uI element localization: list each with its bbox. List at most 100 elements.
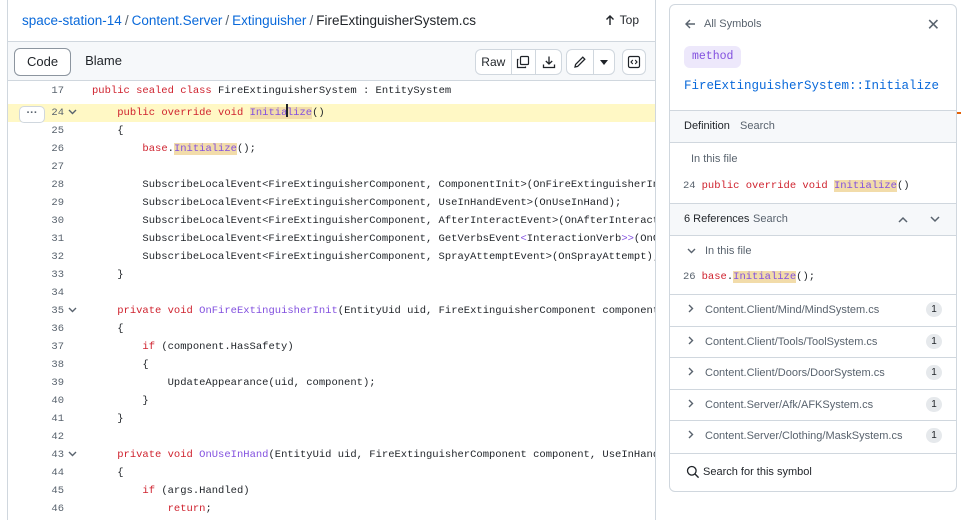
line-number[interactable]: 17 bbox=[42, 82, 64, 100]
code-line: 40 } bbox=[8, 392, 655, 410]
line-number[interactable]: 32 bbox=[42, 248, 64, 266]
line-number[interactable]: 38 bbox=[42, 356, 64, 374]
code-line: 25 { bbox=[8, 122, 655, 140]
chevron-up-icon[interactable] bbox=[898, 216, 908, 223]
line-number[interactable]: 41 bbox=[42, 410, 64, 428]
reference-file-item[interactable]: Content.Server/Afk/AFKSystem.cs 1 bbox=[670, 388, 956, 420]
top-button[interactable]: Top bbox=[605, 13, 639, 27]
reference-line[interactable]: 26 base.Initialize(); bbox=[683, 271, 815, 283]
definition-title: Definition bbox=[684, 120, 730, 132]
download-icon bbox=[542, 56, 555, 69]
fold-chevron-icon[interactable] bbox=[68, 104, 77, 122]
symbols-panel: All Symbols ✕ method FireExtinguisherSys… bbox=[669, 4, 957, 492]
symbol-kind-badge: method bbox=[684, 46, 742, 68]
code-lines: 17 public sealed class FireExtinguisherSy… bbox=[8, 81, 655, 520]
raw-button[interactable]: Raw bbox=[476, 50, 511, 74]
reference-file-path: Content.Client/Doors/DoorSystem.cs bbox=[705, 367, 885, 379]
code-line: 17 public sealed class FireExtinguisherSy… bbox=[8, 82, 655, 100]
code-line: 44 { bbox=[8, 464, 655, 482]
code-line: 46 return; bbox=[8, 500, 655, 518]
search-symbol-button[interactable]: Search for this symbol bbox=[670, 453, 956, 491]
blame-tab[interactable]: Blame bbox=[71, 48, 136, 76]
code-line: 27 bbox=[8, 158, 655, 176]
breadcrumb-dir-link[interactable]: Content.Server bbox=[132, 13, 223, 28]
reference-count-badge: 1 bbox=[926, 302, 942, 317]
references-header: 6 References Search bbox=[670, 203, 956, 236]
line-number[interactable]: 24 bbox=[42, 104, 64, 122]
line-number[interactable]: 30 bbox=[42, 212, 64, 230]
line-number[interactable]: 29 bbox=[42, 194, 64, 212]
reference-count-badge: 1 bbox=[926, 428, 942, 443]
line-number[interactable]: 35 bbox=[42, 302, 64, 320]
code-tab[interactable]: Code bbox=[14, 48, 72, 76]
chevron-right-icon bbox=[688, 399, 694, 411]
edit-group bbox=[566, 49, 615, 75]
line-number[interactable]: 46 bbox=[42, 500, 64, 518]
line-number[interactable]: 44 bbox=[42, 464, 64, 482]
code-text: { bbox=[92, 359, 149, 371]
code-line: 32 SubscribeLocalEvent<FireExtinguisherC… bbox=[8, 248, 655, 266]
code-line: 35 private void OnFireExtinguisherInit(E… bbox=[8, 302, 655, 320]
edit-dropdown-button[interactable] bbox=[593, 50, 614, 74]
code-text: SubscribeLocalEvent<FireExtinguisherComp… bbox=[92, 251, 656, 263]
code-line: 43 private void OnUseInHand(EntityUid ui… bbox=[8, 446, 655, 464]
arrow-left-icon bbox=[685, 19, 695, 29]
references-in-file-toggle[interactable]: In this file bbox=[687, 245, 751, 257]
code-text: private void OnUseInHand(EntityUid uid, … bbox=[117, 449, 656, 461]
line-number[interactable]: 39 bbox=[42, 374, 64, 392]
line-number[interactable]: 25 bbox=[42, 122, 64, 140]
reference-file-item[interactable]: Content.Server/Clothing/MaskSystem.cs 1 bbox=[670, 420, 956, 451]
code-line: ··· 24 public override void Initialize() bbox=[8, 104, 655, 123]
reference-file-item[interactable]: Content.Client/Tools/ToolSystem.cs 1 bbox=[670, 325, 956, 357]
code-line: 38 { bbox=[8, 356, 655, 374]
line-number[interactable]: 42 bbox=[42, 428, 64, 446]
breadcrumb-dir-link[interactable]: Extinguisher bbox=[232, 13, 306, 28]
all-symbols-link[interactable]: All Symbols bbox=[685, 18, 761, 30]
line-number[interactable]: 26 bbox=[42, 140, 64, 158]
symbols-toggle-button[interactable] bbox=[623, 50, 645, 74]
reference-count-badge: 1 bbox=[926, 396, 942, 412]
line-number[interactable]: 28 bbox=[42, 176, 64, 194]
definition-search-link[interactable]: Search bbox=[740, 120, 775, 132]
line-number[interactable]: 34 bbox=[42, 284, 64, 302]
symbol-header: All Symbols ✕ method FireExtinguisherSys… bbox=[670, 5, 956, 111]
breadcrumb-repo-link[interactable]: space-station-14 bbox=[22, 13, 122, 28]
chevron-right-icon bbox=[688, 367, 694, 379]
code-text: { bbox=[92, 323, 124, 335]
reference-file-item[interactable]: Content.Client/Doors/DoorSystem.cs 1 bbox=[670, 357, 956, 388]
code-text: { bbox=[92, 125, 124, 137]
line-number[interactable]: 45 bbox=[42, 482, 64, 500]
line-number[interactable]: 33 bbox=[42, 266, 64, 284]
code-text: if (args.Handled) bbox=[142, 485, 250, 497]
line-number[interactable]: 37 bbox=[42, 338, 64, 356]
code-text: if (component.HasSafety) bbox=[142, 341, 294, 353]
download-button[interactable] bbox=[535, 50, 561, 74]
code-text: private void OnFireExtinguisherInit(Enti… bbox=[117, 305, 656, 317]
fold-chevron-icon[interactable] bbox=[68, 446, 77, 464]
breadcrumb-sep: / bbox=[225, 13, 230, 28]
line-number[interactable]: 43 bbox=[42, 446, 64, 464]
copy-button[interactable] bbox=[510, 50, 536, 74]
symbols-panel-toggle[interactable] bbox=[622, 49, 646, 75]
fold-chevron-icon[interactable] bbox=[68, 302, 77, 320]
line-number[interactable]: 27 bbox=[42, 158, 64, 176]
line-number[interactable]: 40 bbox=[42, 392, 64, 410]
line-number[interactable]: 31 bbox=[42, 230, 64, 248]
reference-line-number: 26 bbox=[683, 271, 696, 283]
code-line: 37 if (component.HasSafety) bbox=[8, 338, 655, 356]
reference-file-item[interactable]: Content.Client/Mind/MindSystem.cs 1 bbox=[670, 294, 956, 325]
definition-line-number: 24 bbox=[683, 180, 696, 192]
file-toolbar: Code Blame Raw bbox=[8, 41, 655, 81]
search-icon bbox=[686, 465, 700, 479]
line-number[interactable]: 36 bbox=[42, 320, 64, 338]
pencil-icon bbox=[574, 56, 586, 68]
definition-line[interactable]: 24 public override void Initialize() bbox=[683, 180, 910, 192]
chevron-right-icon bbox=[688, 430, 694, 442]
code-text: public override void Initialize() bbox=[92, 104, 325, 122]
code-text: UpdateAppearance(uid, component); bbox=[92, 377, 376, 389]
chevron-down-icon[interactable] bbox=[930, 216, 940, 223]
edit-button[interactable] bbox=[567, 50, 593, 74]
copy-icon bbox=[517, 55, 530, 69]
close-icon[interactable]: ✕ bbox=[927, 15, 940, 35]
references-search-link[interactable]: Search bbox=[753, 213, 788, 225]
